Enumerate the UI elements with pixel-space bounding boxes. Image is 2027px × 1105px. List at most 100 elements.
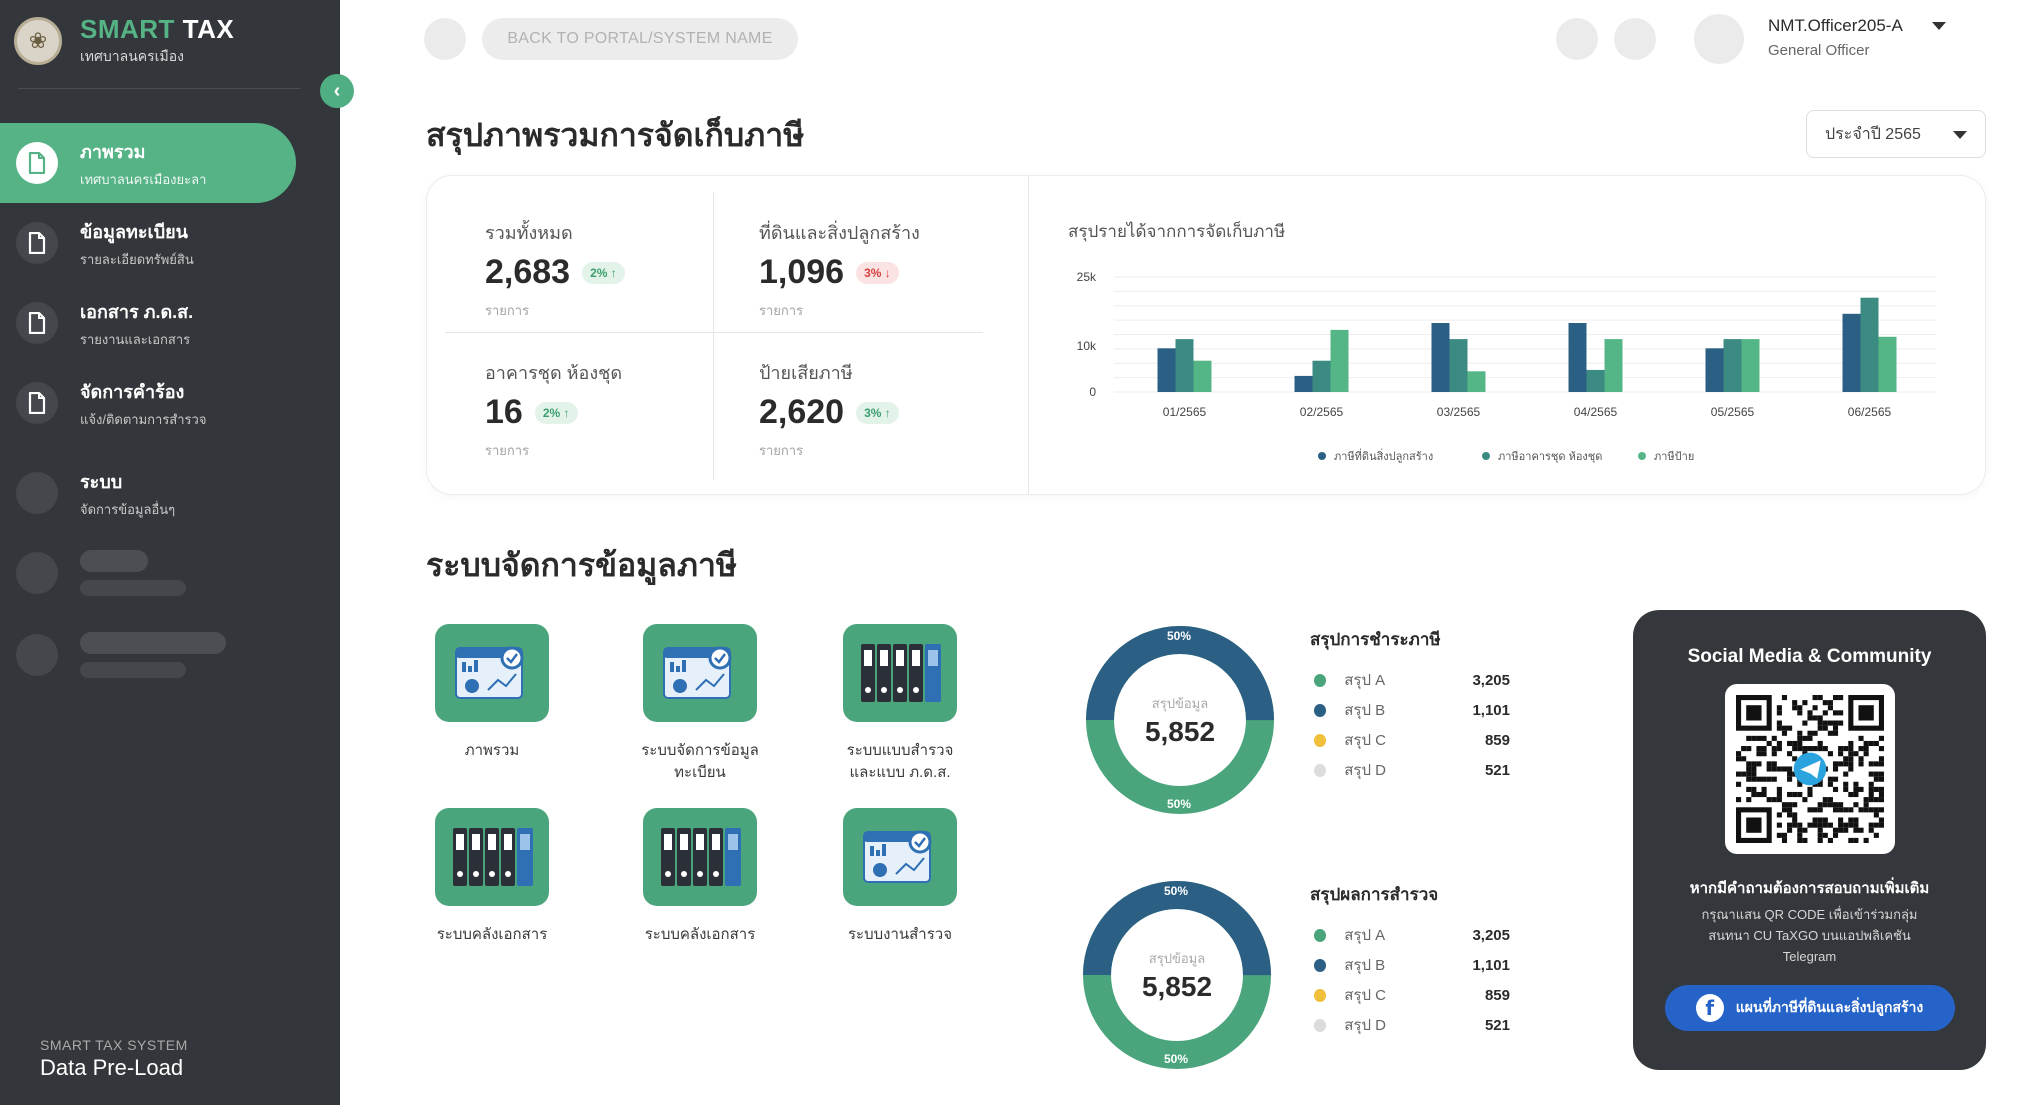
- stat-label: รวมทั้งหมด: [485, 223, 573, 243]
- legend-dot: [1314, 988, 1327, 1002]
- bar-3: [1604, 339, 1623, 392]
- sidebar-item-registry[interactable]: ข้อมูลทะเบียน รายละเอียดทรัพย์สิน: [0, 203, 296, 283]
- stat-label: อาคารชุด ห้องชุด: [485, 363, 623, 383]
- sidebar-item-sublabel: จัดการข้อมูลอื่นๆ: [80, 501, 176, 517]
- legend-label: สรุป C: [1344, 732, 1386, 749]
- sidebar-item-documents[interactable]: เอกสาร ภ.ด.ส. รายงานและเอกสาร: [0, 283, 296, 363]
- bar-3: [1878, 336, 1897, 392]
- tile-label: ระบบคลังเอกสาร: [600, 924, 800, 946]
- management-tile[interactable]: ระบบคลังเอกสาร: [392, 808, 592, 946]
- tile-label-line: ภาพรวม: [464, 742, 520, 759]
- legend-label: สรุป B: [1344, 702, 1386, 719]
- page-title: สรุปภาพรวมการจัดเก็บภาษี: [426, 117, 805, 153]
- legend-value: 3,205: [1472, 926, 1510, 944]
- sidebar-item-skeleton: [0, 615, 296, 695]
- settings-icon[interactable]: [1614, 18, 1656, 60]
- y-tick-label: 10k: [1077, 339, 1097, 353]
- x-tick-label: 03/2565: [1437, 405, 1481, 419]
- management-tile[interactable]: ระบบงานสำรวจ: [800, 808, 1000, 946]
- avatar[interactable]: [1694, 14, 1744, 64]
- management-tile[interactable]: ระบบจัดการข้อมูล ทะเบียน: [600, 624, 800, 784]
- stat-label: ที่ดินและสิ่งปลูกสร้าง: [759, 223, 920, 243]
- sidebar-item-sublabel: เทศบาลนครเมืองยะลา: [80, 171, 207, 187]
- x-tick-label: 05/2565: [1711, 405, 1755, 419]
- skeleton-bar: [80, 632, 226, 654]
- skeleton-bar: [80, 580, 186, 596]
- sidebar-item-skeleton: [0, 533, 296, 613]
- legend-label: สรุป A: [1344, 672, 1386, 689]
- legend-value: 1,101: [1472, 701, 1510, 719]
- sidebar-item-label: ระบบ: [80, 471, 123, 492]
- donut-legend: สรุปผลการสำรวจ สรุป A 3,205 สรุป B 1,101 สรุป…: [1310, 881, 1510, 1040]
- sidebar-item-label: ข้อมูลทะเบียน: [80, 221, 188, 242]
- sidebar-item-sublabel: รายงานและเอกสาร: [80, 331, 191, 347]
- binders-icon: [843, 624, 957, 722]
- divider: [1028, 176, 1029, 494]
- sidebar-item-overview[interactable]: ภาพรวม เทศบาลนครเมืองยะลา: [0, 123, 296, 203]
- donut-chart: สรุปข้อมูล 5,852 50% 50%: [1085, 625, 1275, 815]
- legend-dot: [1314, 673, 1327, 687]
- year-select[interactable]: ประจำปี 2565: [1806, 110, 1986, 158]
- system-footer-title: Data Pre-Load: [40, 1055, 184, 1080]
- skeleton-circle: [16, 552, 58, 594]
- legend-row: สรุป B 1,101: [1310, 695, 1510, 725]
- tax-map-button[interactable]: f แผนที่ภาษีที่ดินและสิ่งปลูกสร้าง: [1664, 985, 1955, 1031]
- donut-legend-title: สรุปผลการสำรวจ: [1310, 885, 1439, 904]
- social-community-card: Social Media & Community หากมีคำถามต้องก…: [1633, 610, 1986, 1070]
- qr-code[interactable]: [1724, 684, 1895, 854]
- user-name[interactable]: NMT.Officer205-A: [1768, 16, 1903, 36]
- legend-row: สรุป C 859: [1310, 725, 1510, 755]
- brand[interactable]: ❀ SMART TAX เทศบาลนครเมือง: [14, 14, 234, 68]
- divider: [18, 88, 300, 89]
- placeholder-circle-icon: [16, 472, 58, 514]
- qr-code-image: [1735, 695, 1884, 843]
- arrow-up-icon: ↑: [610, 265, 617, 280]
- user-menu-chevron-down-icon[interactable]: [1932, 22, 1946, 30]
- divider: [445, 332, 983, 333]
- arrow-up-icon: ↑: [563, 405, 570, 420]
- management-tile[interactable]: ภาพรวม: [392, 624, 592, 762]
- section-title: ระบบจัดการข้อมูลภาษี: [426, 547, 738, 583]
- bar-1: [1431, 323, 1450, 392]
- dashboard-chart-icon: [643, 624, 757, 722]
- brand-subtitle: เทศบาลนครเมือง: [80, 48, 184, 64]
- legend-row: สรุป D 521: [1310, 1010, 1510, 1040]
- tile-label-line: ระบบงานสำรวจ: [847, 926, 952, 943]
- notification-icon[interactable]: [1556, 18, 1598, 60]
- x-tick-label: 02/2565: [1300, 405, 1344, 419]
- file-icon: [16, 382, 58, 424]
- donut-pct-top: 50%: [1164, 884, 1189, 898]
- tile-label-line: และแบบ ภ.ด.ส.: [849, 764, 951, 781]
- legend-dot: [1314, 763, 1327, 777]
- sidebar-item-requests[interactable]: จัดการคำร้อง แจ้ง/ติดตามการสำรวจ: [0, 363, 296, 443]
- legend-dot: [1482, 452, 1490, 460]
- legend-label: ภาษีที่ดินสิ่งปลูกสร้าง: [1334, 448, 1433, 463]
- management-tile[interactable]: ระบบแบบสำรวจและแบบ ภ.ด.ส.: [800, 624, 1000, 784]
- legend-label: ภาษีป้าย: [1654, 450, 1694, 463]
- stat-unit: รายการ: [759, 303, 804, 318]
- sidebar-item-system[interactable]: ระบบ จัดการข้อมูลอื่นๆ: [0, 453, 296, 533]
- legend-row: สรุป A 3,205: [1310, 665, 1510, 695]
- binders-icon: [643, 808, 757, 906]
- legend-dot: [1314, 703, 1327, 717]
- tile-label-line: ทะเบียน: [674, 764, 726, 781]
- home-icon[interactable]: [424, 18, 466, 60]
- legend-label: สรุป D: [1344, 762, 1386, 779]
- legend-value: 521: [1484, 1016, 1510, 1034]
- donut-legend: สรุปการชำระภาษี สรุป A 3,205 สรุป B 1,101 สรุ…: [1310, 626, 1510, 785]
- stat-label: ป้ายเสียภาษี: [759, 363, 853, 383]
- collapse-sidebar-button[interactable]: ‹: [320, 74, 354, 108]
- trend-badge: 2% ↑: [582, 261, 625, 284]
- back-to-portal-button[interactable]: BACK TO PORTAL/SYSTEM NAME: [482, 18, 798, 60]
- trend-badge: 3% ↓: [856, 261, 899, 284]
- donut-chart: สรุปข้อมูล 5,852 50% 50%: [1082, 880, 1272, 1070]
- bar-3: [1467, 371, 1486, 392]
- bar-2: [1586, 369, 1605, 392]
- tile-label-line: ระบบแบบสำรวจ: [846, 742, 954, 759]
- bar-1: [1157, 348, 1176, 392]
- municipal-seal-logo: ❀: [14, 17, 62, 65]
- bar-1: [1294, 375, 1313, 392]
- management-tile[interactable]: ระบบคลังเอกสาร: [600, 808, 800, 946]
- y-tick-label: 0: [1089, 385, 1096, 399]
- stat-value: 2,620: [759, 393, 845, 431]
